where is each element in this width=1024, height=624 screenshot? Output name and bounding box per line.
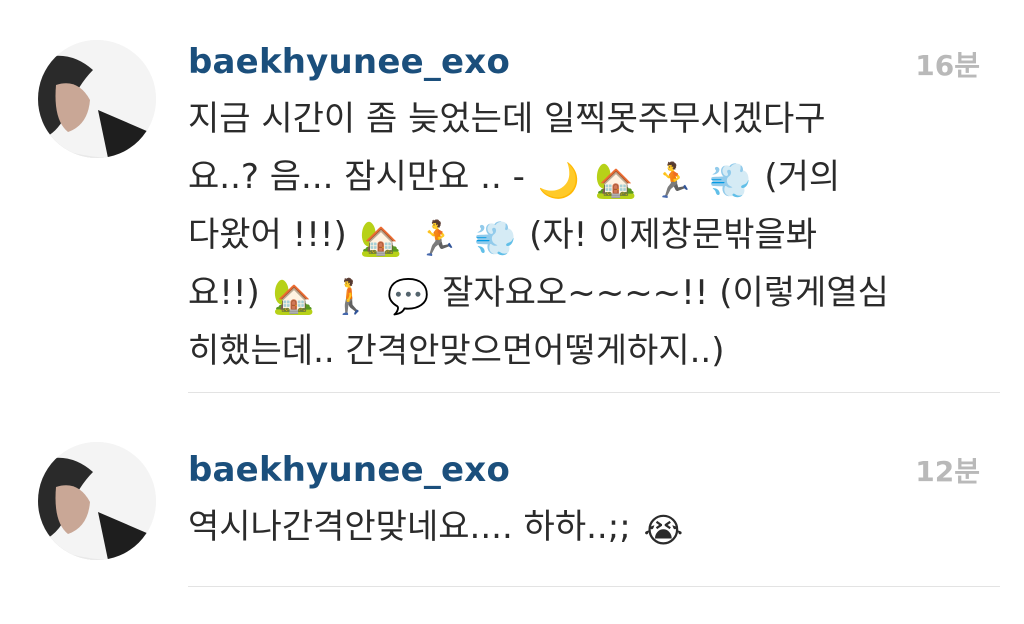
dash-icon: 💨: [473, 219, 517, 259]
comment-item: baekhyunee_exo 16분 지금 시간이 좀 늦었는데 일찍못주무시겠…: [0, 0, 1024, 392]
dash-icon: 💨: [709, 161, 752, 201]
speech-balloon-icon: 💬: [386, 277, 430, 317]
loudly-crying-face-icon: 😭: [643, 511, 684, 551]
avatar-photo: [38, 442, 156, 560]
avatar[interactable]: [38, 442, 156, 560]
comment-timestamp: 16분: [915, 49, 980, 82]
house-with-garden-icon: 🏡: [359, 219, 402, 259]
comment-username[interactable]: baekhyunee_exo: [188, 42, 510, 82]
runner-icon: 🏃: [416, 219, 460, 259]
comment-line: 히했는데.. 간격안맞으면어떻게하지..): [188, 331, 725, 371]
comment-line: 지금 시간이 좀 늦었는데 일찍못주무시겠다구: [188, 99, 826, 139]
comment-text: 역시나간격안맞네요.... 하하..;; 😭: [188, 498, 978, 556]
comments-feed: baekhyunee_exo 16분 지금 시간이 좀 늦었는데 일찍못주무시겠…: [0, 0, 1024, 624]
crescent-moon-icon: 🌙: [537, 161, 581, 201]
house-with-garden-icon: 🏡: [272, 277, 315, 317]
comment-item: baekhyunee_exo 12분 역시나간격안맞네요.... 하하..;; …: [0, 420, 1024, 586]
avatar[interactable]: [38, 40, 156, 158]
comment-line: 요..? 음... 잠시만요 .. - 🌙 🏡 🏃 💨 (거의: [188, 157, 841, 201]
pedestrian-icon: 🚶: [329, 277, 373, 317]
comment-text: 지금 시간이 좀 늦었는데 일찍못주무시겠다구 요..? 음... 잠시만요 .…: [188, 90, 978, 380]
avatar-photo: [38, 40, 156, 158]
comment-divider: [188, 392, 1000, 393]
comment-timestamp: 12분: [915, 455, 980, 488]
house-with-garden-icon: 🏡: [594, 161, 638, 201]
comment-divider: [188, 586, 1000, 587]
comment-line: 다왔어 !!!) 🏡 🏃 💨 (자! 이제창문밖을봐: [188, 215, 818, 259]
comment-line: 요!!) 🏡 🚶 💬 잘자요오~~~~!! (이렇게열심: [188, 273, 889, 317]
comment-username[interactable]: baekhyunee_exo: [188, 450, 510, 490]
comment-line: 역시나간격안맞네요.... 하하..;; 😭: [188, 507, 684, 551]
runner-icon: 🏃: [652, 161, 695, 201]
